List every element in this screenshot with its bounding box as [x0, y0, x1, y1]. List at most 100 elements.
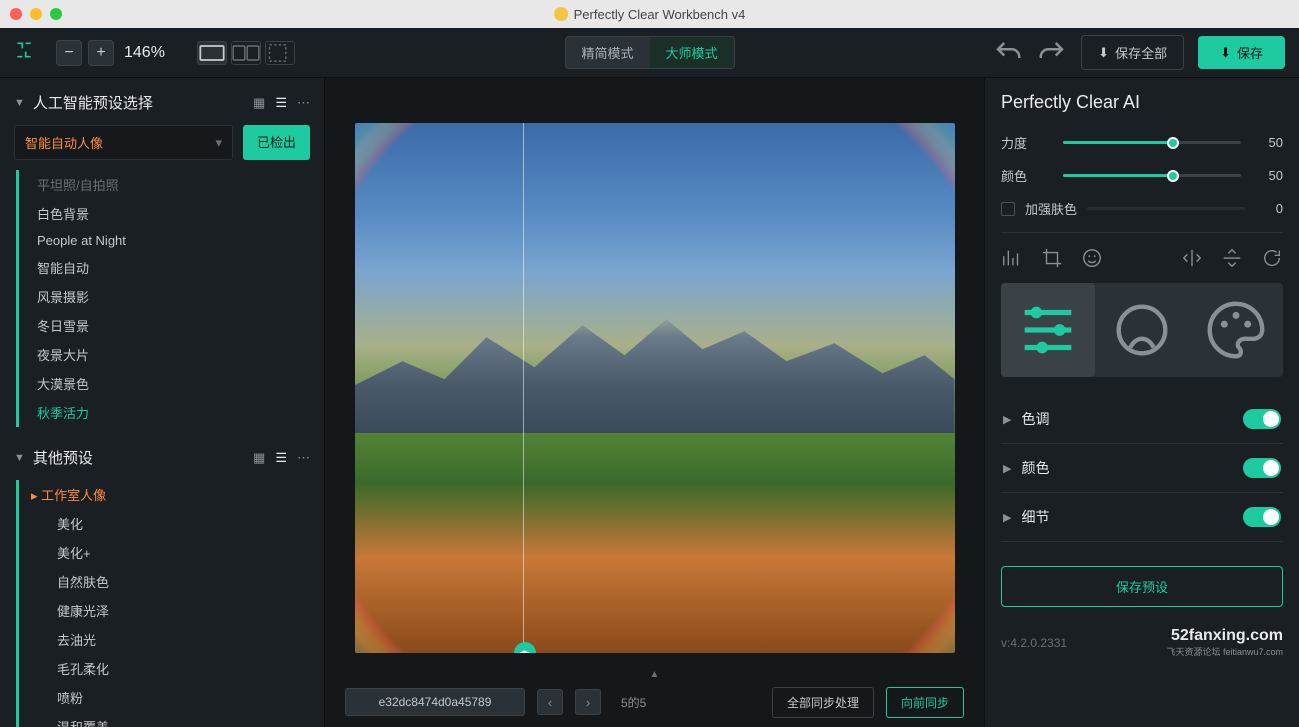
slider-value: 50	[1255, 168, 1283, 183]
close-window-icon[interactable]	[10, 8, 22, 20]
filename-display[interactable]: e32dc8474d0a45789	[345, 688, 525, 716]
view-crop-icon[interactable]	[265, 41, 295, 65]
adjustment-toggle[interactable]	[1243, 458, 1281, 478]
canvas-footer: ▲ e32dc8474d0a45789 ‹ › 5的5 全部同步处理 向前同步	[325, 677, 984, 727]
sync-forward-button[interactable]: 向前同步	[886, 687, 964, 718]
chevron-right-icon: ▶	[1003, 413, 1011, 426]
prev-image-button[interactable]: ‹	[537, 689, 563, 715]
adjustments-sidebar: Perfectly Clear AI 力度 50 颜色 50 加强肤色 0	[984, 78, 1299, 727]
preset-item[interactable]: 风景摄影	[37, 282, 314, 311]
version-text: v:4.2.0.2331	[1001, 636, 1067, 650]
ai-panel-title: Perfectly Clear AI	[1001, 92, 1283, 113]
slider-thumb[interactable]	[1167, 137, 1179, 149]
mode-master-button[interactable]: 大师模式	[650, 37, 734, 68]
ai-preset-list: 平坦照/自拍照白色背景People at Night智能自动风景摄影冬日雪景夜景…	[16, 170, 314, 427]
slider-track[interactable]	[1063, 174, 1241, 177]
zoom-in-button[interactable]: +	[88, 40, 114, 66]
detect-button[interactable]: 已检出	[243, 125, 310, 160]
canvas-area: ◂▸ ▲ e32dc8474d0a45789 ‹ › 5的5 全部同步处理 向前…	[325, 78, 984, 727]
adjustment-toggle[interactable]	[1243, 409, 1281, 429]
redo-button[interactable]	[1037, 38, 1067, 68]
tab-portrait[interactable]	[1095, 283, 1189, 377]
slider-value: 50	[1255, 135, 1283, 150]
ai-presets-header[interactable]: ▼ 人工智能预设选择 ▦ ☰ ⋯	[10, 92, 314, 113]
presets-sidebar: ▼ 人工智能预设选择 ▦ ☰ ⋯ 智能自动人像 ▾ 已检出 平坦照/自拍照白色背…	[0, 78, 325, 727]
preset-item[interactable]: 平坦照/自拍照	[37, 170, 314, 199]
grid-view-icon[interactable]: ▦	[253, 450, 265, 466]
flip-v-icon[interactable]	[1221, 247, 1243, 269]
preset-item[interactable]: 冬日雪景	[37, 311, 314, 340]
list-view-icon[interactable]: ☰	[275, 450, 287, 466]
adjustment-toggle[interactable]	[1243, 507, 1281, 527]
adjustment-row[interactable]: ▶ 细节	[1001, 493, 1283, 542]
slider-track[interactable]	[1063, 141, 1241, 144]
crop-icon[interactable]	[1041, 247, 1063, 269]
sync-all-button[interactable]: 全部同步处理	[772, 687, 874, 718]
image-preview[interactable]: ◂▸	[355, 123, 955, 653]
window-title-text: Perfectly Clear Workbench v4	[574, 7, 746, 22]
slider-thumb[interactable]	[1167, 170, 1179, 182]
preset-item[interactable]: 喷粉	[57, 683, 314, 712]
canvas-viewport[interactable]: ◂▸	[325, 78, 984, 677]
preset-item[interactable]: 毛孔柔化	[57, 654, 314, 683]
preset-item[interactable]: 美化	[57, 509, 314, 538]
preset-item[interactable]: 秋季活力	[37, 398, 314, 427]
preset-item[interactable]: 美化+	[57, 538, 314, 567]
adjustment-tabs	[1001, 283, 1283, 377]
preset-item[interactable]: 去油光	[57, 625, 314, 654]
preset-item[interactable]: 夜景大片	[37, 340, 314, 369]
preset-item[interactable]: 健康光泽	[57, 596, 314, 625]
preset-item[interactable]: 自然肤色	[57, 567, 314, 596]
enhance-skin-label: 加强肤色	[1025, 199, 1077, 218]
other-presets-header[interactable]: ▼ 其他预设 ▦ ☰ ⋯	[10, 447, 314, 468]
compare-divider[interactable]	[523, 123, 524, 653]
view-single-icon[interactable]	[197, 41, 227, 65]
slider-label: 颜色	[1001, 166, 1049, 185]
preset-dropdown-value: 智能自动人像	[25, 133, 103, 152]
grid-view-icon[interactable]: ▦	[253, 95, 265, 111]
view-split-icon[interactable]	[231, 41, 261, 65]
adjustment-row[interactable]: ▶ 颜色	[1001, 444, 1283, 493]
tab-creative[interactable]	[1189, 283, 1283, 377]
app-icon	[554, 7, 568, 21]
expand-filmstrip-icon[interactable]: ▲	[650, 669, 660, 680]
more-icon[interactable]: ⋯	[297, 450, 310, 466]
enhance-skin-row: 加强肤色 0	[1001, 199, 1283, 218]
preset-dropdown[interactable]: 智能自动人像 ▾	[14, 125, 233, 160]
preset-group-title[interactable]: ▸ 工作室人像	[31, 480, 314, 509]
chevron-down-icon: ▼	[14, 452, 25, 464]
adjustment-row[interactable]: ▶ 色调	[1001, 395, 1283, 444]
mode-simple-button[interactable]: 精简模式	[565, 37, 649, 68]
preset-item[interactable]: 智能自动	[37, 253, 314, 282]
view-mode-group	[197, 41, 295, 65]
histogram-icon[interactable]	[1001, 247, 1023, 269]
maximize-window-icon[interactable]	[50, 8, 62, 20]
list-view-icon[interactable]: ☰	[275, 95, 287, 111]
tab-sliders[interactable]	[1001, 283, 1095, 377]
enhance-skin-value: 0	[1255, 201, 1283, 216]
rotate-icon[interactable]	[1261, 247, 1283, 269]
save-all-button[interactable]: ⬇ 保存全部	[1081, 35, 1184, 70]
zoom-value: 146%	[124, 44, 165, 62]
preset-item[interactable]: 大漠景色	[37, 369, 314, 398]
minimize-window-icon[interactable]	[30, 8, 42, 20]
slider-row: 力度 50	[1001, 133, 1283, 152]
preset-item[interactable]: 温和覆盖	[57, 712, 314, 727]
next-image-button[interactable]: ›	[575, 689, 601, 715]
titlebar: Perfectly Clear Workbench v4	[0, 0, 1299, 28]
zoom-out-button[interactable]: −	[56, 40, 82, 66]
save-label: 保存	[1237, 43, 1263, 62]
enhance-skin-checkbox[interactable]	[1001, 202, 1015, 216]
preset-item[interactable]: People at Night	[37, 228, 314, 253]
enhance-skin-slider[interactable]	[1087, 207, 1245, 210]
face-icon[interactable]	[1081, 247, 1103, 269]
undo-button[interactable]	[993, 38, 1023, 68]
save-button[interactable]: ⬇ 保存	[1198, 36, 1285, 69]
preset-item[interactable]: 白色背景	[37, 199, 314, 228]
window-title: Perfectly Clear Workbench v4	[554, 7, 746, 22]
logo-icon[interactable]	[14, 40, 34, 65]
more-icon[interactable]: ⋯	[297, 95, 310, 111]
chevron-right-icon: ▶	[1003, 462, 1011, 475]
flip-h-icon[interactable]	[1181, 247, 1203, 269]
save-preset-button[interactable]: 保存预设	[1001, 566, 1283, 607]
